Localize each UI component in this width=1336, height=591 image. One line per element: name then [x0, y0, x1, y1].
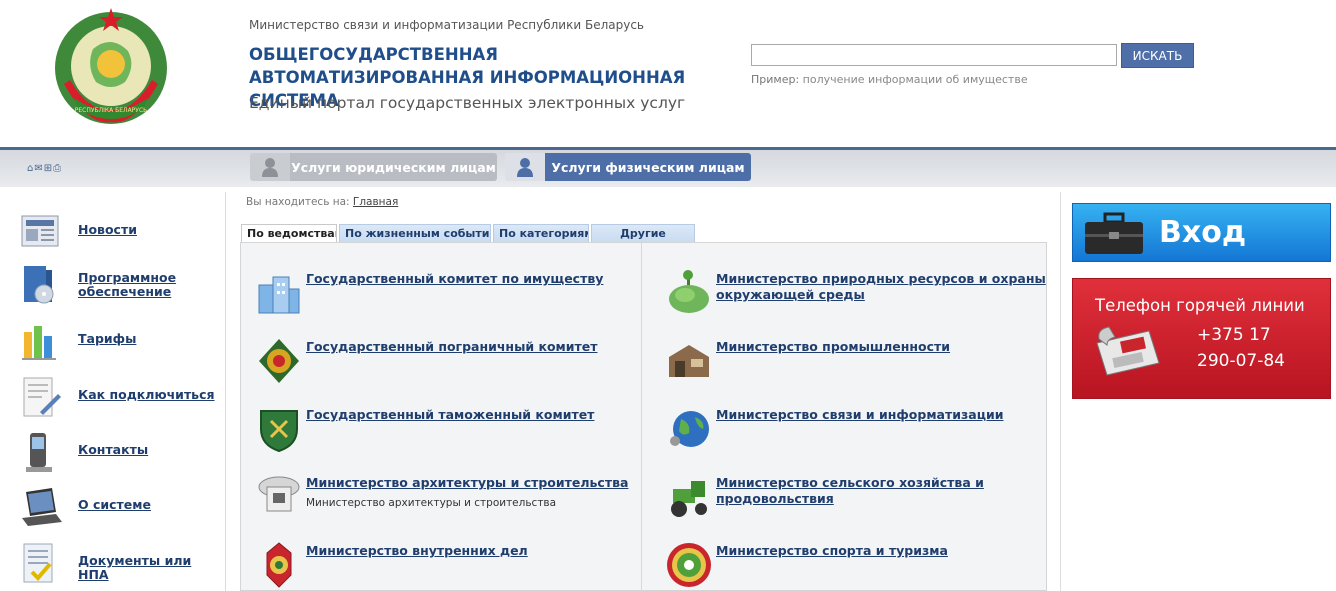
org-link[interactable]: Государственный таможенный комитет [306, 407, 636, 423]
bar-chart-icon [22, 326, 56, 360]
tab-by-category[interactable]: По категориям [493, 224, 589, 242]
breadcrumb: Вы находитесь на: Главная [246, 196, 398, 208]
list-item: Министерство внутренних дел [255, 541, 635, 591]
search-example-label: Пример: [751, 73, 800, 86]
tab-legal-label: Услуги юридическим лицам [290, 153, 497, 181]
list-item: Министерство промышленности [665, 337, 1045, 397]
sidebar-item-how-to-connect[interactable]: Как подключиться [0, 374, 226, 424]
sidebar-item-tariffs[interactable]: Тарифы [0, 318, 226, 368]
breadcrumb-home-link[interactable]: Главная [353, 196, 398, 208]
list-item: Министерство природных ресурсов и охраны… [665, 269, 1046, 329]
sidebar-item-label: О системе [78, 497, 151, 512]
user-icon [250, 153, 290, 181]
list-item: Министерство связи и информатизации [665, 405, 1045, 465]
list-item: Государственный пограничный комитет [255, 337, 635, 397]
ministry-name: Министерство связи и информатизации Респ… [249, 18, 644, 32]
tractor-icon [671, 481, 707, 517]
sidebar-item-news[interactable]: Новости [0, 208, 226, 258]
police-emblem-icon [266, 542, 292, 588]
departments-panel: Государственный комитет по имуществу Гос… [240, 242, 1047, 591]
desk-phone-icon [1096, 326, 1160, 376]
list-item: Министерство спорта и туризма [665, 541, 1045, 591]
list-item: Государственный таможенный комитет [255, 405, 635, 465]
sidebar-item-label: Новости [78, 222, 137, 237]
phone-icon [26, 433, 52, 472]
search-button[interactable]: ИСКАТЬ [1121, 43, 1194, 68]
nature-icon [669, 270, 709, 313]
list-item: Министерство архитектуры и строительства… [255, 473, 635, 533]
tab-individuals-label: Услуги физическим лицам [545, 153, 751, 181]
search-input[interactable] [751, 44, 1117, 66]
sport-emblem-icon [667, 543, 711, 587]
hotline-title: Телефон горячей линии [1095, 296, 1305, 315]
main-content: Вы находитесь на: Главная По ведомствам … [227, 192, 1060, 591]
buildings-icon [258, 276, 300, 314]
org-link[interactable]: Министерство архитектуры и строительства [306, 475, 636, 491]
checklist-icon [23, 543, 53, 583]
sidebar-item-software[interactable]: Программное обеспечение [0, 262, 226, 312]
globe-icon [670, 411, 709, 447]
tool-icons[interactable]: ⌂✉⊞⎙ [27, 163, 62, 174]
sidebar-item-documents[interactable]: Документы или НПА [0, 540, 226, 590]
org-link[interactable]: Министерство внутренних дел [306, 543, 636, 559]
tab-other[interactable]: Другие [591, 224, 695, 242]
hotline-banner[interactable]: Телефон горячей линии +375 17 290-07-84 [1072, 278, 1331, 399]
right-divider [1060, 192, 1061, 591]
org-link[interactable]: Министерство связи и информатизации [716, 407, 1046, 423]
org-link[interactable]: Министерство природных ресурсов и охраны… [716, 271, 1046, 303]
org-link[interactable]: Министерство спорта и туризма [716, 543, 1046, 559]
briefcase-icon [1085, 212, 1143, 254]
sidebar-item-label: Программное обеспечение [78, 270, 177, 299]
search-example-text[interactable]: получение информации об имуществе [803, 73, 1028, 86]
hotline-number: 290-07-84 [1197, 351, 1285, 371]
column-divider [641, 243, 642, 591]
software-box-icon [24, 266, 54, 304]
category-tabs: По ведомствам По жизненным событиям По к… [241, 224, 697, 242]
sidebar-item-about[interactable]: О системе [0, 484, 226, 534]
newspaper-icon [21, 215, 59, 247]
org-link[interactable]: Государственный комитет по имуществу [306, 271, 636, 287]
breadcrumb-prefix: Вы находитесь на: [246, 196, 350, 208]
sidebar-item-label: Документы или НПА [78, 553, 192, 582]
login-button[interactable]: Вход [1072, 203, 1331, 262]
list-item: Министерство сельского хозяйства и продо… [665, 473, 1045, 533]
user-icon [505, 153, 545, 181]
sidebar-item-contacts[interactable]: Контакты [0, 429, 226, 479]
org-description: Министерство архитектуры и строительства [306, 497, 557, 509]
state-emblem-icon[interactable]: РЕСПУБЛІКА БЕЛАРУСЬ [48, 4, 174, 130]
laptop-icon [22, 488, 62, 526]
tab-by-life-events[interactable]: По жизненным событиям [339, 224, 491, 242]
sidebar: Новости Программное обеспечение Тарифы К… [0, 192, 226, 591]
architecture-emblem-icon [258, 476, 300, 512]
org-link[interactable]: Министерство сельского хозяйства и продо… [716, 475, 1046, 507]
tab-individuals[interactable]: Услуги физическим лицам [505, 153, 751, 181]
sidebar-item-label: Как подключиться [78, 387, 215, 402]
industry-icon [669, 345, 709, 377]
document-pen-icon [23, 377, 61, 417]
login-label: Вход [1159, 215, 1247, 250]
list-item: Государственный комитет по имуществу [255, 269, 635, 329]
emblem-text: РЕСПУБЛІКА БЕЛАРУСЬ [75, 107, 148, 114]
tab-legal-entities[interactable]: Услуги юридическим лицам [250, 153, 497, 181]
tab-by-department[interactable]: По ведомствам [241, 224, 337, 242]
border-emblem-icon [259, 339, 299, 383]
customs-shield-icon [260, 410, 298, 453]
search-example: Пример: получение информации об имуществ… [751, 73, 1028, 86]
org-link[interactable]: Государственный пограничный комитет [306, 339, 636, 355]
portal-subtitle: Единый портал государственных электронны… [249, 94, 686, 112]
sidebar-item-label: Контакты [78, 442, 149, 457]
header: РЕСПУБЛІКА БЕЛАРУСЬ Министерство связи и… [0, 0, 1336, 147]
sidebar-item-label: Тарифы [78, 331, 137, 346]
org-link[interactable]: Министерство промышленности [716, 339, 1046, 355]
hotline-number-code: +375 17 [1197, 325, 1271, 345]
